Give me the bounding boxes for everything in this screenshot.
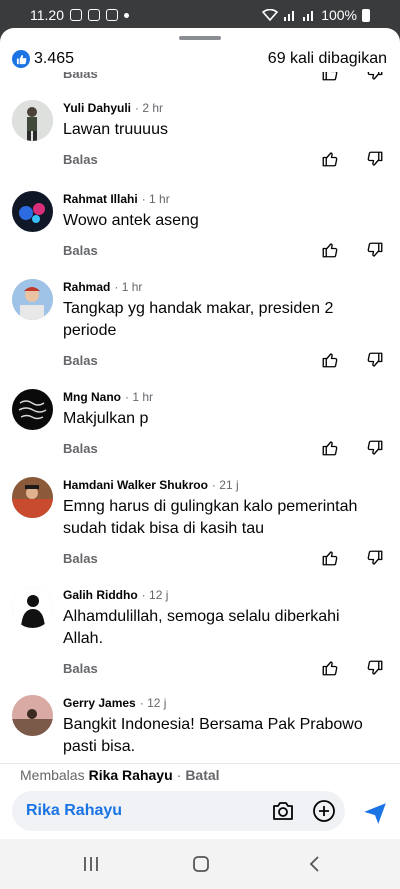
comment-item: Rahmat Illahi · 1 hr Wowo antek aseng Ba… — [0, 174, 400, 262]
thumbs-down-icon[interactable] — [366, 351, 384, 374]
comment-text: Emng harus di gulingkan kalo pemerintah … — [63, 498, 358, 537]
recent-apps-icon[interactable] — [82, 855, 100, 878]
mention-tag[interactable]: Rika Rahayu — [26, 802, 122, 820]
comment-header: Rahmat Illahi · 1 hr — [63, 192, 170, 206]
instagram-icon — [70, 9, 82, 21]
reply-button[interactable]: Balas — [63, 152, 98, 167]
thumbs-down-icon[interactable] — [366, 72, 384, 84]
plus-circle-icon[interactable] — [312, 799, 336, 828]
comment-item: Rahmad · 1 hr Tangkap yg handak makar, p… — [0, 262, 400, 372]
replying-label: Membalas — [20, 766, 85, 783]
camera-icon[interactable] — [271, 799, 295, 828]
comment-time: · 12 j — [139, 696, 167, 710]
replying-to-bar: Membalas Rika Rahayu · Batal — [0, 763, 400, 785]
commenter-name[interactable]: Rahmat Illahi — [63, 192, 138, 206]
thumbs-up-icon[interactable] — [321, 241, 339, 264]
avatar[interactable] — [12, 695, 53, 736]
drag-handle[interactable] — [179, 36, 221, 40]
thumbs-up-icon[interactable] — [321, 72, 339, 84]
reply-button[interactable]: Balas — [63, 243, 98, 258]
avatar[interactable] — [12, 587, 53, 628]
comment-time: · 12 j — [141, 588, 169, 602]
comment-time: · 21 j — [211, 478, 239, 492]
comments-sheet: 3.465 69 kali dibagikan Balas Yuli Dahyu… — [0, 28, 400, 839]
battery-level: 100% — [321, 7, 357, 23]
signal-icon — [284, 11, 295, 21]
avatar[interactable] — [12, 100, 53, 141]
share-count[interactable]: 69 kali dibagikan — [268, 50, 387, 68]
commenter-name[interactable]: Hamdani Walker Shukroo — [63, 478, 208, 492]
comment-text: Wowo antek aseng — [63, 212, 199, 229]
clock: 11.20 — [30, 7, 64, 23]
comment-header: Rahmad · 1 hr — [63, 280, 142, 294]
wifi-icon — [262, 9, 279, 21]
commenter-name[interactable]: Gerry James — [63, 696, 136, 710]
comment-input[interactable]: Rika Rahayu — [12, 791, 345, 831]
avatar[interactable] — [12, 279, 53, 320]
reaction-count[interactable]: 3.465 — [34, 50, 74, 68]
like-reaction-icon[interactable] — [12, 50, 30, 68]
avatar[interactable] — [12, 191, 53, 232]
status-bar: 11.20 100% — [0, 0, 400, 30]
comment-item: Hamdani Walker Shukroo · 21 j Emng harus… — [0, 460, 400, 570]
reply-target: Rika Rahayu — [88, 766, 173, 783]
comment-text: Lawan truuuus — [63, 121, 168, 138]
comment-item: Mng Nano · 1 hr Makjulkan p Balas — [0, 372, 400, 460]
comment-time: · 2 hr — [135, 101, 164, 115]
home-icon[interactable] — [192, 855, 210, 878]
instagram-icon — [88, 9, 100, 21]
reactions-header: 3.465 69 kali dibagikan — [0, 46, 400, 72]
reply-button[interactable]: Balas — [63, 441, 98, 456]
thumbs-up-icon[interactable] — [321, 439, 339, 462]
comment-time: · 1 hr — [114, 280, 143, 294]
comment-text: Tangkap yg handak makar, presiden 2 peri… — [63, 300, 334, 339]
gallery-icon — [106, 9, 118, 21]
comment-list: Balas Yuli Dahyuli · 2 hr Lawan truuuus … — [0, 72, 400, 762]
thumbs-down-icon[interactable] — [366, 150, 384, 173]
comment-header: Gerry James · 12 j — [63, 696, 166, 710]
comment-header: Hamdani Walker Shukroo · 21 j — [63, 478, 239, 492]
comment-time: · 1 hr — [141, 192, 170, 206]
thumbs-up-icon[interactable] — [321, 150, 339, 173]
commenter-name[interactable]: Mng Nano — [63, 390, 121, 404]
thumbs-up-icon[interactable] — [321, 351, 339, 374]
commenter-name[interactable]: Galih Riddho — [63, 588, 138, 602]
cancel-reply-button[interactable]: Batal — [185, 767, 219, 783]
thumbs-up-icon[interactable] — [321, 549, 339, 572]
signal-icon — [303, 11, 314, 21]
comment-text: Alhamdulillah, semoga selalu diberkahi A… — [63, 608, 340, 647]
thumbs-down-icon[interactable] — [366, 241, 384, 264]
comment-item: Galih Riddho · 12 j Alhamdulillah, semog… — [0, 570, 400, 678]
commenter-name[interactable]: Yuli Dahyuli — [63, 101, 131, 115]
separator: · — [176, 766, 182, 783]
back-icon[interactable] — [306, 855, 324, 878]
avatar[interactable] — [12, 477, 53, 518]
battery-icon — [362, 8, 370, 22]
comment-item: Gerry James · 12 j Bangkit Indonesia! Be… — [0, 678, 400, 762]
comment-header: Galih Riddho · 12 j — [63, 588, 168, 602]
system-nav-bar — [0, 839, 400, 889]
comment-text: Bangkit Indonesia! Bersama Pak Prabowo p… — [63, 716, 363, 755]
thumbs-down-icon[interactable] — [366, 549, 384, 572]
comment-item: Yuli Dahyuli · 2 hr Lawan truuuus Balas — [0, 86, 400, 170]
comment-header: Mng Nano · 1 hr — [63, 390, 153, 404]
avatar[interactable] — [12, 389, 53, 430]
reply-button[interactable]: Balas — [63, 353, 98, 368]
thumbs-down-icon[interactable] — [366, 439, 384, 462]
reply-button[interactable]: Balas — [63, 661, 98, 676]
send-icon[interactable] — [362, 800, 388, 831]
reply-button[interactable]: Balas — [63, 551, 98, 566]
comment-header: Yuli Dahyuli · 2 hr — [63, 101, 163, 115]
notification-dot-icon — [124, 12, 129, 18]
commenter-name[interactable]: Rahmad — [63, 280, 110, 294]
comment-time: · 1 hr — [125, 390, 154, 404]
list-item: Balas — [0, 72, 400, 84]
comment-text: Makjulkan p — [63, 410, 149, 427]
reply-button[interactable]: Balas — [63, 72, 98, 81]
